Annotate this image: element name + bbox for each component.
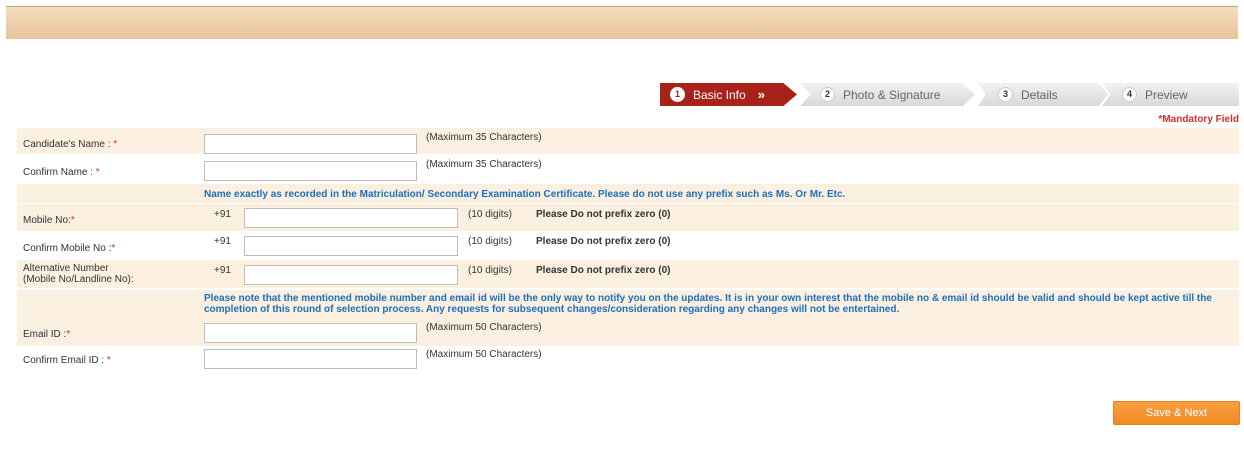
- row-mobile: Mobile No:* +91 (10 digits) Please Do no…: [17, 204, 1239, 231]
- alternative-country-code: +91: [214, 265, 231, 276]
- progress-steps: 1 Basic Info » 2 Photo & Signature 3 Det…: [660, 83, 1239, 106]
- mobile-label: Mobile No:*: [23, 215, 75, 226]
- row-confirm-mobile: Confirm Mobile No :* +91 (10 digits) Ple…: [17, 231, 1239, 260]
- row-name-note: Name exactly as recorded in the Matricul…: [17, 184, 1239, 203]
- header-banner: [6, 6, 1238, 39]
- mobile-country-code: +91: [214, 209, 231, 220]
- confirm-email-input[interactable]: [204, 349, 417, 369]
- mandatory-field-note: *Mandatory Field: [1158, 114, 1239, 125]
- step-label: Basic Info: [693, 87, 746, 102]
- candidate-name-label: Candidate's Name : *: [23, 139, 118, 150]
- row-confirm-email: Confirm Email ID : * (Maximum 50 Charact…: [17, 346, 1239, 373]
- candidate-name-hint: (Maximum 35 Characters): [426, 132, 542, 143]
- alternative-number-hint: (10 digits): [468, 265, 512, 276]
- row-contact-note: Please note that the mentioned mobile nu…: [17, 290, 1239, 320]
- mobile-input[interactable]: [244, 208, 458, 228]
- confirm-email-label: Confirm Email ID : *: [23, 355, 111, 366]
- alternative-number-input[interactable]: [244, 265, 458, 285]
- step-number: 3: [998, 87, 1013, 102]
- step-label: Preview: [1145, 87, 1188, 102]
- confirm-name-input[interactable]: [204, 161, 417, 181]
- row-alternative-number: Alternative Number (Mobile No/Landline No…: [17, 260, 1239, 288]
- step-label: Details: [1021, 87, 1058, 102]
- save-next-button[interactable]: Save & Next: [1113, 401, 1240, 425]
- confirm-name-hint: (Maximum 35 Characters): [426, 159, 542, 170]
- row-candidate-name: Candidate's Name : * (Maximum 35 Charact…: [17, 128, 1239, 154]
- name-instruction-note: Name exactly as recorded in the Matricul…: [204, 189, 846, 200]
- chevron-right-icon: »: [757, 87, 765, 102]
- candidate-name-input[interactable]: [204, 134, 417, 154]
- step-number: 4: [1122, 87, 1137, 102]
- mobile-warning: Please Do not prefix zero (0): [536, 209, 671, 220]
- step-number: 2: [820, 87, 835, 102]
- email-label: Email ID :*: [23, 329, 71, 340]
- confirm-mobile-input[interactable]: [244, 236, 458, 256]
- confirm-mobile-warning: Please Do not prefix zero (0): [536, 236, 671, 247]
- row-email: Email ID :* (Maximum 50 Characters): [17, 320, 1239, 346]
- confirm-mobile-country-code: +91: [214, 236, 231, 247]
- contact-instruction-note: Please note that the mentioned mobile nu…: [204, 293, 1212, 315]
- step-number: 1: [670, 87, 685, 102]
- email-hint: (Maximum 50 Characters): [426, 322, 542, 333]
- step-details[interactable]: 3 Details: [978, 83, 1108, 106]
- mobile-hint: (10 digits): [468, 209, 512, 220]
- email-input[interactable]: [204, 323, 417, 343]
- alternative-number-warning: Please Do not prefix zero (0): [536, 265, 671, 276]
- step-preview[interactable]: 4 Preview: [1102, 83, 1239, 106]
- step-photo-signature[interactable]: 2 Photo & Signature: [800, 83, 975, 106]
- confirm-email-hint: (Maximum 50 Characters): [426, 349, 542, 360]
- confirm-name-label: Confirm Name : *: [23, 167, 100, 178]
- confirm-mobile-hint: (10 digits): [468, 236, 512, 247]
- alternative-number-label: Alternative Number (Mobile No/Landline No…: [23, 263, 134, 285]
- row-confirm-name: Confirm Name : * (Maximum 35 Characters): [17, 156, 1239, 184]
- step-basic-info[interactable]: 1 Basic Info »: [660, 83, 797, 106]
- step-label: Photo & Signature: [843, 87, 941, 102]
- confirm-mobile-label: Confirm Mobile No :*: [23, 243, 116, 254]
